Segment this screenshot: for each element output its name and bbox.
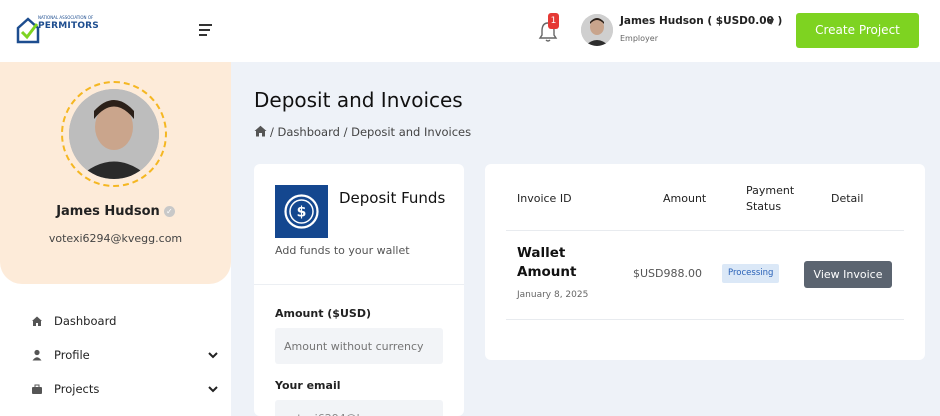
column-header-detail: Detail [831, 192, 864, 205]
profile-avatar-ring [61, 81, 167, 187]
profile-avatar [69, 89, 159, 179]
email-field[interactable] [275, 400, 443, 416]
invoice-amount: $USD988.00 [633, 267, 702, 280]
email-label: Your email [275, 379, 341, 392]
invoice-date: January 8, 2025 [517, 290, 589, 300]
menu-toggle-icon[interactable] [199, 24, 215, 38]
profile-card: James Hudson ✓ votexi6294@kvegg.com [0, 62, 231, 284]
home-icon [32, 316, 42, 326]
invoice-id: Wallet Amount [517, 245, 577, 280]
deposit-card: $ Deposit Funds Add funds to your wallet… [254, 164, 464, 416]
breadcrumb-text[interactable]: / Dashboard / Deposit and Invoices [270, 125, 471, 139]
sidebar-item-label: Projects [54, 382, 100, 396]
sidebar: James Hudson ✓ votexi6294@kvegg.com Dashb… [0, 62, 231, 416]
avatar-image [581, 14, 613, 46]
sidebar-item-profile[interactable]: Profile [0, 342, 231, 370]
chevron-down-icon[interactable] [207, 383, 219, 395]
profile-name: James Hudson ✓ [0, 204, 231, 219]
notification-badge: 1 [548, 13, 559, 29]
page-title: Deposit and Invoices [254, 88, 463, 112]
verified-icon: ✓ [163, 206, 175, 217]
sidebar-item-label: Profile [54, 348, 90, 362]
caret-down-icon[interactable]: ▼ [768, 17, 774, 26]
dollar-coin-icon: $ [275, 185, 328, 238]
column-header-payment-status: Payment Status [746, 184, 795, 213]
deposit-subtitle: Add funds to your wallet [275, 244, 410, 257]
view-invoice-button[interactable]: View Invoice [804, 261, 892, 288]
column-header-amount: Amount [663, 192, 707, 205]
user-role: Employer [620, 34, 658, 43]
divider [506, 230, 904, 231]
divider [254, 284, 464, 285]
divider [506, 319, 904, 320]
breadcrumb: / Dashboard / Deposit and Invoices [254, 125, 471, 139]
profile-name-text: James Hudson [56, 204, 160, 219]
sidebar-item-label: Dashboard [54, 314, 117, 328]
avatar[interactable] [581, 14, 613, 46]
user-name[interactable]: James Hudson ( $USD0.00 ) [620, 15, 782, 27]
create-project-button[interactable]: Create Project [796, 13, 919, 48]
logo-text: PERMITORS [38, 21, 99, 31]
profile-avatar-image [69, 89, 159, 179]
chevron-down-icon[interactable] [207, 349, 219, 361]
breadcrumb-home-icon[interactable] [254, 125, 267, 137]
amount-label: Amount ($USD) [275, 307, 371, 320]
sidebar-item-projects[interactable]: Projects [0, 376, 231, 404]
deposit-title: Deposit Funds [339, 189, 446, 207]
amount-input[interactable] [275, 328, 443, 364]
logo-subtext: NATIONAL ASSOCIATION OF [38, 15, 94, 20]
column-header-invoice-id: Invoice ID [517, 192, 572, 205]
profile-email: votexi6294@kvegg.com [48, 232, 183, 245]
sidebar-item-dashboard[interactable]: Dashboard [0, 308, 231, 336]
user-icon [32, 349, 42, 361]
top-bar: NATIONAL ASSOCIATION OF PERMITORS 1 Jame… [0, 0, 940, 62]
status-badge: Processing [722, 264, 780, 283]
invoice-table: Invoice ID Amount Payment Status Detail … [485, 164, 925, 360]
briefcase-icon [32, 384, 42, 394]
logo-house-icon [16, 17, 40, 44]
svg-text:$: $ [297, 205, 307, 221]
